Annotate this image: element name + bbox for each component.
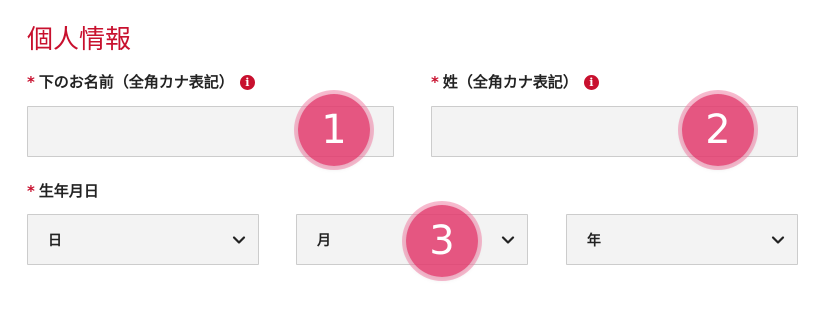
callout-badge-2: 2 xyxy=(682,94,754,166)
birth-day-select[interactable]: 日 xyxy=(27,214,259,265)
required-mark: * xyxy=(431,73,439,91)
first-name-kana-label: * 下のお名前（全角カナ表記） i xyxy=(27,72,255,92)
callout-badge-3: 3 xyxy=(406,205,478,277)
chevron-down-icon xyxy=(501,235,515,244)
last-name-kana-label: * 姓（全角カナ表記） i xyxy=(431,72,599,92)
last-name-kana-label-text: 姓（全角カナ表記） xyxy=(442,73,578,91)
birth-year-select[interactable]: 年 xyxy=(566,214,798,265)
personal-info-form: 個人情報 * 下のお名前（全角カナ表記） i * 姓（全角カナ表記） i * 生… xyxy=(0,0,826,311)
first-name-kana-label-text: 下のお名前（全角カナ表記） xyxy=(38,73,234,91)
required-mark: * xyxy=(27,73,35,91)
chevron-down-icon xyxy=(232,235,246,244)
birth-day-selected-value: 日 xyxy=(48,232,62,249)
callout-badge-1: 1 xyxy=(298,94,370,166)
chevron-down-icon xyxy=(771,235,785,244)
birthdate-label-text: 生年月日 xyxy=(38,182,99,200)
birth-year-selected-value: 年 xyxy=(587,232,601,249)
birth-month-selected-value: 月 xyxy=(317,232,331,249)
info-icon[interactable]: i xyxy=(239,74,255,90)
required-mark: * xyxy=(27,182,35,200)
section-title: 個人情報 xyxy=(27,25,132,55)
info-icon[interactable]: i xyxy=(583,74,599,90)
birthdate-label: * 生年月日 xyxy=(27,181,99,201)
